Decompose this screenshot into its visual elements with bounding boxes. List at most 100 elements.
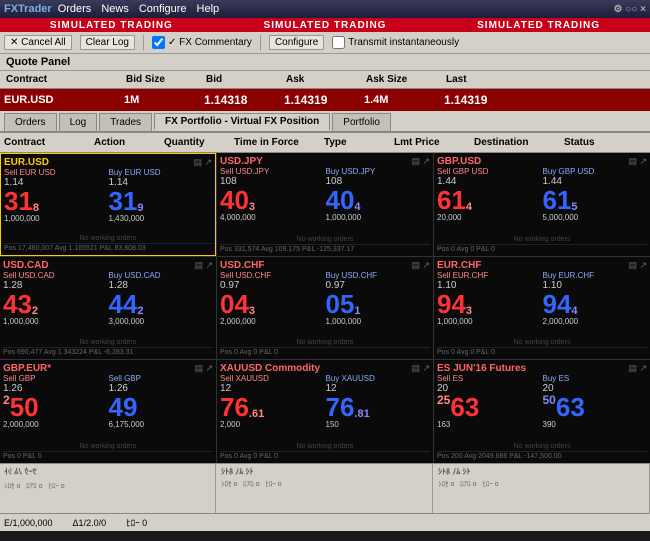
orders-col-contract: Contract	[4, 137, 94, 148]
buy-side[interactable]: Buy USD.CHF 0.97 051 1,000,000	[326, 271, 431, 340]
sell-label: Sell EUR USD	[4, 168, 108, 177]
no-orders: No working orders	[3, 339, 213, 346]
quote-cell-XAUUSD-Commodity[interactable]: XAUUSD Commodity ▤ ↗ Sell XAUUSD 12 76.6…	[217, 360, 433, 463]
tab-log[interactable]: Log	[59, 113, 98, 131]
bottom-cell-2-content: ｼﾛｾ o ﾛｱﾛ o ﾋﾛｰ o	[221, 479, 428, 489]
pair-name: ES JUN'16 Futures	[437, 363, 526, 374]
sell-big-price: 403	[220, 187, 325, 213]
sell-side[interactable]: Sell GBP USD 1.44 614 20,000	[437, 167, 542, 236]
buy-side[interactable]: Buy USD.CAD 1.28 442 3,000,000	[109, 271, 214, 340]
transmit-check[interactable]: Transmit instantaneously	[332, 36, 459, 49]
buy-side[interactable]: Buy EUR USD 1.14 319 1,430,000	[109, 168, 213, 235]
buy-label: Buy EUR USD	[109, 168, 213, 177]
status-item-1: E/1,000,000	[4, 518, 53, 528]
quote-panel-header: Quote Panel	[0, 54, 650, 71]
cell-icons: ▤ ↗	[193, 157, 212, 168]
cell-icons: ▤ ↗	[411, 260, 430, 271]
position-info: Pos 331,574 Avg 109.175 P&L -125,337.17	[220, 244, 430, 253]
menu-help[interactable]: Help	[197, 3, 220, 15]
status-item-2: Δ1/2.0/0	[73, 518, 107, 528]
cell-icons: ▤ ↗	[411, 156, 430, 167]
menu-news[interactable]: News	[101, 3, 129, 15]
quote-cell-ES-JUN16-Futures[interactable]: ES JUN'16 Futures ▤ ↗ Sell ES 20 2563 16…	[434, 360, 650, 463]
sell-big-price: 943	[437, 291, 542, 317]
window-controls[interactable]: ⚙ ○○ ×	[614, 4, 646, 15]
configure-button[interactable]: Configure	[269, 35, 324, 50]
quote-cell-USDJPY[interactable]: USD.JPY ▤ ↗ Sell USD.JPY 108 403 4,000,0…	[217, 153, 433, 256]
buy-label: Buy XAUUSD	[326, 374, 431, 383]
menu-orders[interactable]: Orders	[58, 3, 92, 15]
no-orders: No working orders	[220, 339, 430, 346]
buy-big-price: 5063	[543, 394, 648, 420]
sell-side[interactable]: Sell USD.JPY 108 403 4,000,000	[220, 167, 325, 236]
status-bar: E/1,000,000 Δ1/2.0/0 ﾋﾛｰ 0	[0, 513, 650, 531]
sell-side[interactable]: Sell USD.CHF 0.97 043 2,000,000	[220, 271, 325, 340]
buy-big-price: 051	[326, 291, 431, 317]
buy-label: Buy USD.CAD	[109, 271, 214, 280]
quote-cell-GBPUSD[interactable]: GBP.USD ▤ ↗ Sell GBP USD 1.44 614 20,000…	[434, 153, 650, 256]
buy-side[interactable]: Buy XAUUSD 12 76.81 150	[326, 374, 431, 443]
active-ask-size: 1.4M	[364, 94, 444, 106]
sell-side[interactable]: Sell EUR.CHF 1.10 943 1,000,000	[437, 271, 542, 340]
sell-side[interactable]: Sell USD.CAD 1.28 432 1,000,000	[3, 271, 108, 340]
toolbar-separator-2	[260, 35, 261, 51]
menu-bar[interactable]: Orders News Configure Help	[58, 3, 219, 15]
buy-big-price: 49	[109, 394, 214, 420]
quote-cell-USDCHF[interactable]: USD.CHF ▤ ↗ Sell USD.CHF 0.97 043 2,000,…	[217, 257, 433, 360]
no-orders: No working orders	[220, 236, 430, 243]
cancel-all-button[interactable]: ✕ Cancel All	[4, 35, 72, 50]
col-bid: Bid	[204, 74, 284, 85]
cell-header: GBP.EUR* ▤ ↗	[3, 363, 213, 374]
quote-table-header: Contract Bid Size Bid Ask Ask Size Last	[0, 71, 650, 89]
sell-big-price: 76.61	[220, 394, 325, 420]
buy-side[interactable]: Buy ES 20 5063 390	[543, 374, 648, 443]
quote-cell-EURCHF[interactable]: EUR.CHF ▤ ↗ Sell EUR.CHF 1.10 943 1,000,…	[434, 257, 650, 360]
fx-commentary-checkbox[interactable]	[152, 36, 165, 49]
buy-big-price: 615	[543, 187, 648, 213]
tab-orders[interactable]: Orders	[4, 113, 57, 131]
buy-side[interactable]: Sell GBP 1.26 49 6,175,000	[109, 374, 214, 443]
active-quote-row[interactable]: EUR.USD 1M 1.14318 1.14319 1.4M 1.14319	[0, 89, 650, 111]
position-info: Pos 0 Avg 0 P&L 0	[437, 244, 647, 253]
menu-configure[interactable]: Configure	[139, 3, 187, 15]
buy-side[interactable]: Buy GBP USD 1.44 615 5,000,000	[543, 167, 648, 236]
no-orders: No working orders	[437, 339, 647, 346]
sell-side[interactable]: Sell XAUUSD 12 76.61 2,000	[220, 374, 325, 443]
quote-cell-GBPEUR*[interactable]: GBP.EUR* ▤ ↗ Sell GBP 1.26 250 2,000,000…	[0, 360, 216, 463]
sell-big-price: 250	[3, 394, 108, 420]
buy-side[interactable]: Buy EUR.CHF 1.10 944 2,000,000	[543, 271, 648, 340]
cell-icons: ▤ ↗	[194, 260, 213, 271]
quote-cell-USDCAD[interactable]: USD.CAD ▤ ↗ Sell USD.CAD 1.28 432 1,000,…	[0, 257, 216, 360]
pair-name: USD.JPY	[220, 156, 263, 167]
active-bid-size: 1M	[124, 94, 204, 106]
buy-side[interactable]: Buy USD.JPY 108 404 1,000,000	[326, 167, 431, 236]
transmit-checkbox[interactable]	[332, 36, 345, 49]
buy-label: Buy GBP USD	[543, 167, 648, 176]
no-orders: No working orders	[437, 443, 647, 450]
tab-trades[interactable]: Trades	[99, 113, 152, 131]
quote-cell-EURUSD[interactable]: EUR.USD ▤ ↗ Sell EUR USD 1.14 318 1,000,…	[0, 153, 216, 256]
cell-header: USD.JPY ▤ ↗	[220, 156, 430, 167]
sell-side[interactable]: Sell EUR USD 1.14 318 1,000,000	[4, 168, 108, 235]
orders-col-type: Type	[324, 137, 394, 148]
clear-log-button[interactable]: Clear Log	[80, 35, 135, 50]
sell-side[interactable]: Sell ES 20 2563 163	[437, 374, 542, 443]
pair-name: EUR.CHF	[437, 260, 481, 271]
tab-fx-portfolio[interactable]: FX Portfolio - Virtual FX Position	[154, 113, 330, 131]
buy-label: Buy EUR.CHF	[543, 271, 648, 280]
bottom-cell-3: ｼﾄﾎ ﾉﾑ ｼﾄ ｼﾛｾ o ﾛｱﾛ o ﾋﾛｰ o	[434, 464, 650, 513]
bottom-cell-2: ｼﾄﾎ ﾉﾑ ｼﾄ ｼﾛｾ o ﾛｱﾛ o ﾋﾛｰ o	[217, 464, 433, 513]
sell-side[interactable]: Sell GBP 1.26 250 2,000,000	[3, 374, 108, 443]
cell-icons: ▤ ↗	[194, 363, 213, 374]
pair-name: USD.CAD	[3, 260, 49, 271]
cell-header: USD.CHF ▤ ↗	[220, 260, 430, 271]
buy-label: Buy ES	[543, 374, 648, 383]
fx-commentary-check[interactable]: ✓ FX Commentary	[152, 36, 252, 49]
sim-trading-bar: SIMULATED TRADING SIMULATED TRADING SIMU…	[0, 18, 650, 32]
active-contract: EUR.USD	[4, 94, 124, 106]
sell-big-price: 043	[220, 291, 325, 317]
buy-label: Buy USD.CHF	[326, 271, 431, 280]
tab-portfolio[interactable]: Portfolio	[332, 113, 391, 131]
price-area: Sell XAUUSD 12 76.61 2,000 Buy XAUUSD 12…	[220, 374, 430, 443]
col-ask-size: Ask Size	[364, 74, 444, 85]
